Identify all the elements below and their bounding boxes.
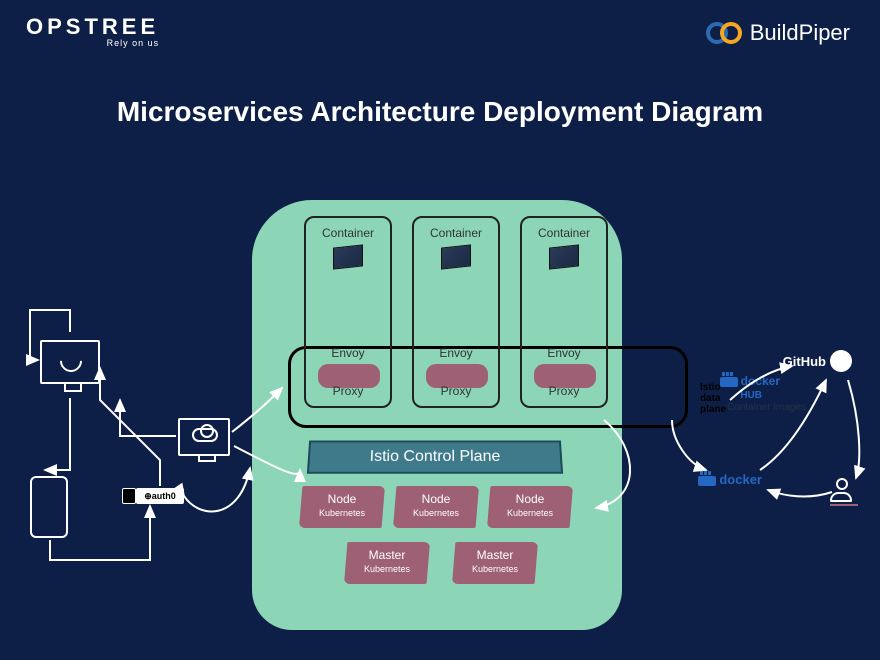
kubernetes-node-2: Node Kubernetes <box>393 486 479 528</box>
kubernetes-sublabel: Kubernetes <box>344 564 430 574</box>
container-images-label: Container Images <box>727 402 806 413</box>
proxy-label: Proxy <box>522 384 606 398</box>
kubernetes-node-1: Node Kubernetes <box>299 486 385 528</box>
pod-2: Container Envoy Proxy <box>412 216 500 408</box>
envoy-label: Envoy <box>522 346 606 360</box>
envoy-label: Envoy <box>414 346 498 360</box>
settings-client-icon <box>40 340 100 384</box>
kubernetes-master-2: Master Kubernetes <box>452 542 538 584</box>
container-cube-icon <box>549 244 579 269</box>
docker-hub-label: docker <box>720 374 780 388</box>
container-label: Container <box>414 226 498 240</box>
istio-control-plane: Istio Control Plane <box>307 441 563 474</box>
kubernetes-sublabel: Kubernetes <box>452 564 538 574</box>
auth0-logo: ⊕auth0 <box>136 488 184 504</box>
cloud-client-icon <box>178 418 230 456</box>
master-label: Master <box>452 548 538 562</box>
pod-1: Container Envoy Proxy <box>304 216 392 408</box>
kubernetes-master-1: Master Kubernetes <box>344 542 430 584</box>
envoy-label: Envoy <box>306 346 390 360</box>
node-label: Node <box>393 492 479 506</box>
container-cube-icon <box>441 244 471 269</box>
mobile-client-icon <box>30 476 68 538</box>
docker-label: docker <box>698 472 762 487</box>
diagram-title: Microservices Architecture Deployment Di… <box>0 96 880 128</box>
cluster-stage: Istio data plane Container Envoy Proxy C… <box>252 200 622 630</box>
buildpiper-rings-icon <box>706 22 742 44</box>
docker-whale-icon <box>720 377 738 387</box>
docker-text: docker <box>719 472 762 487</box>
github-icon <box>830 350 852 372</box>
node-label: Node <box>299 492 385 506</box>
opstree-logo-text: OPSTREE <box>26 14 159 40</box>
kubernetes-sublabel: Kubernetes <box>299 508 385 518</box>
kubernetes-node-3: Node Kubernetes <box>487 486 573 528</box>
container-cube-icon <box>333 244 363 269</box>
docker-hub-sublabel: HUB <box>740 390 762 401</box>
container-label: Container <box>522 226 606 240</box>
proxy-label: Proxy <box>306 384 390 398</box>
github-label: GitHub <box>783 354 826 369</box>
header: OPSTREE Rely on us BuildPiper <box>0 14 880 64</box>
kubernetes-sublabel: Kubernetes <box>487 508 573 518</box>
developer-icon <box>830 478 854 506</box>
container-label: Container <box>306 226 390 240</box>
opstree-logo: OPSTREE Rely on us <box>26 14 159 48</box>
pod-3: Container Envoy Proxy <box>520 216 608 408</box>
proxy-label: Proxy <box>414 384 498 398</box>
master-label: Master <box>344 548 430 562</box>
buildpiper-text: BuildPiper <box>750 20 850 46</box>
buildpiper-logo: BuildPiper <box>706 20 850 46</box>
kubernetes-sublabel: Kubernetes <box>393 508 479 518</box>
node-label: Node <box>487 492 573 506</box>
docker-whale-icon <box>698 476 716 486</box>
docker-text: docker <box>741 374 780 388</box>
